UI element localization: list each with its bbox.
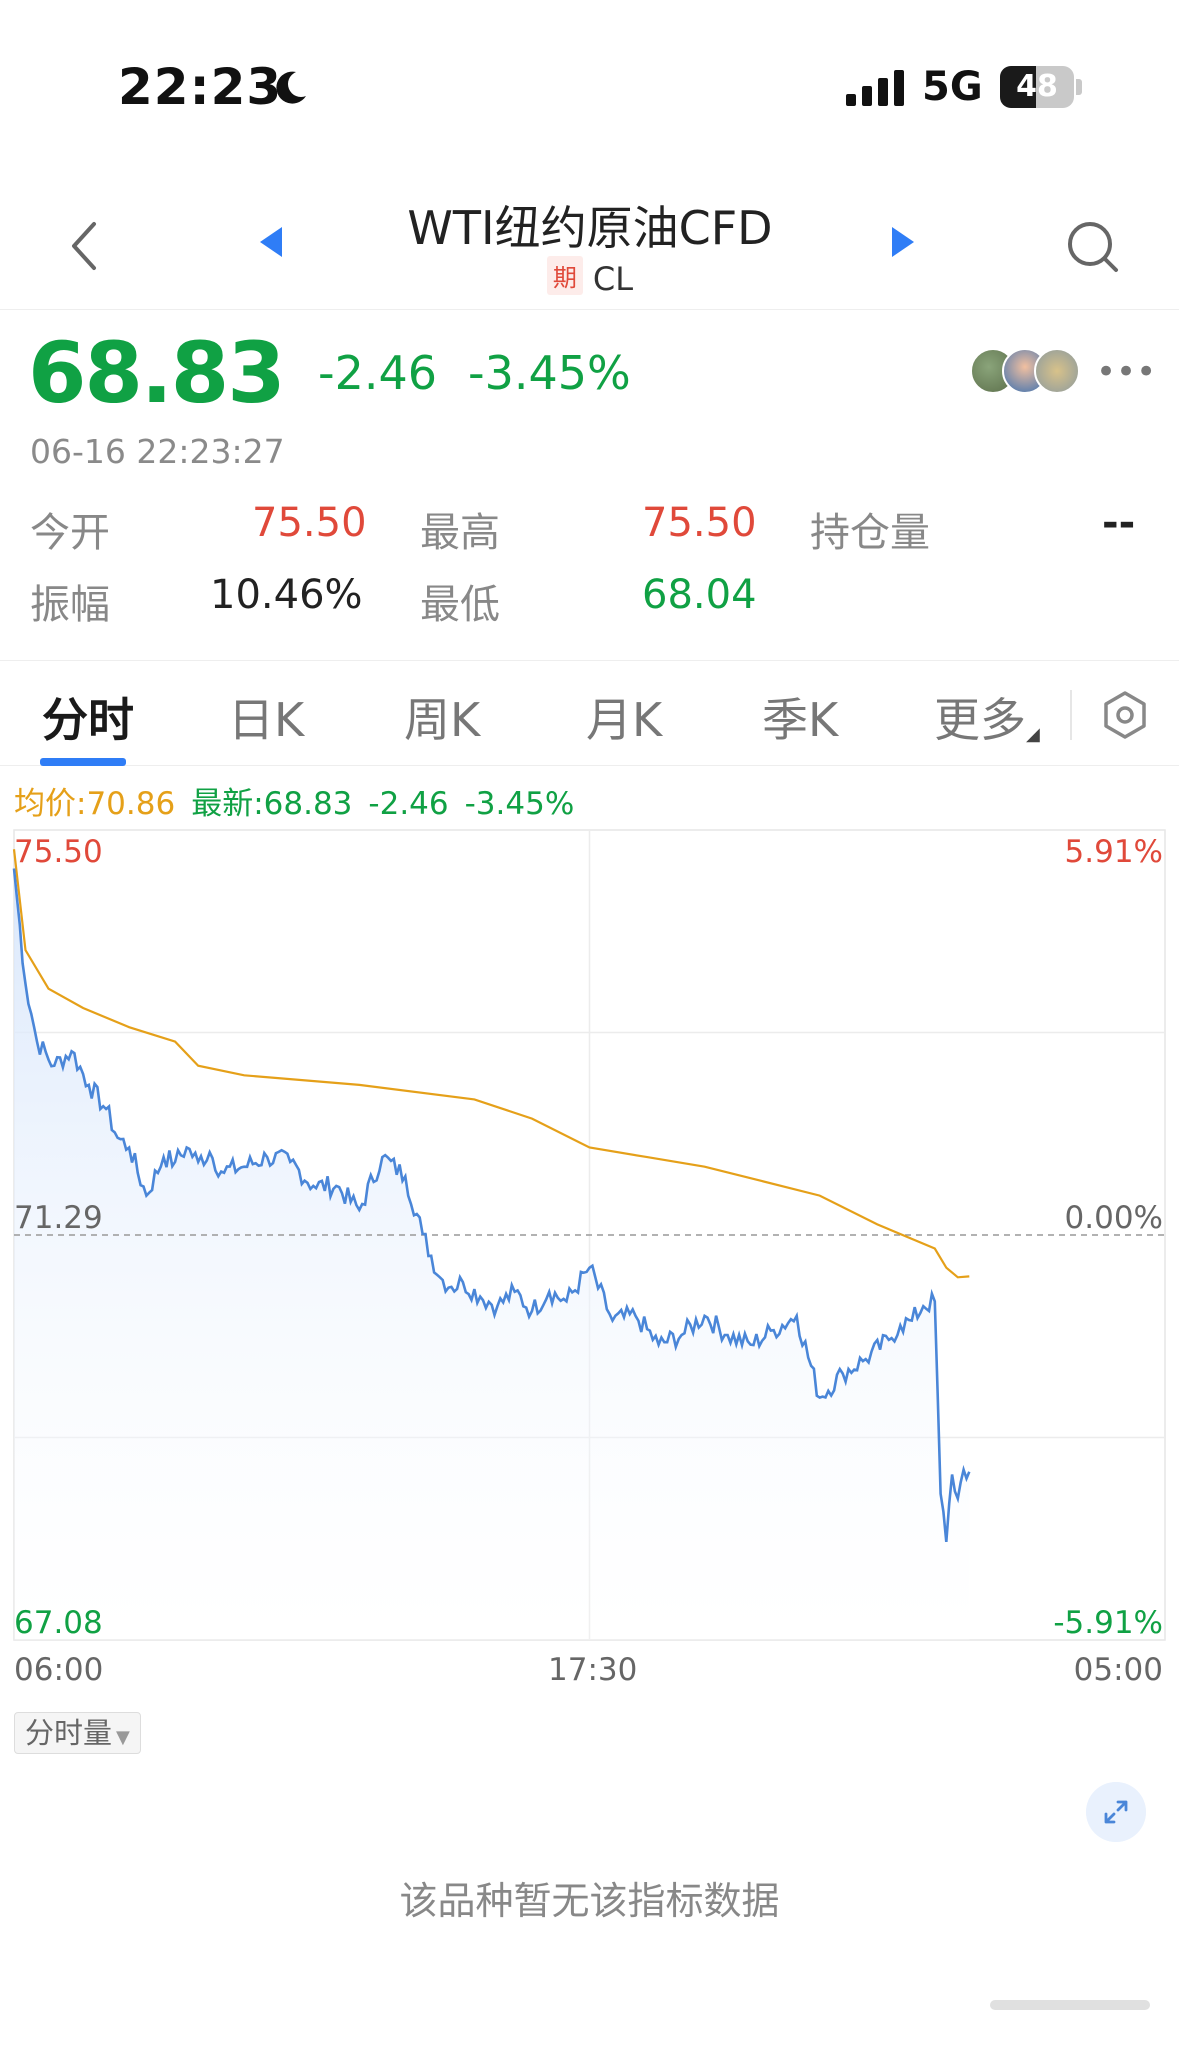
open-label: 今开 <box>30 510 110 556</box>
previous-instrument-icon[interactable] <box>258 225 284 259</box>
battery-icon: 48 <box>1000 66 1082 108</box>
dropdown-icon: ▼ <box>116 1727 130 1748</box>
quote-panel: 68.83 -2.46 -3.45% ••• 06-16 22:23:27 今开… <box>0 310 1179 660</box>
chart-period-tabs: 分时 日K 周K 月K 季K 更多◢ <box>0 662 1179 766</box>
amplitude-value: 10.46% <box>210 572 363 618</box>
tab-quarterly-k[interactable]: 季K <box>762 684 838 750</box>
no-indicator-data-message: 该品种暂无该指标数据 <box>399 1879 780 1923</box>
x-axis-end-label: 05:00 <box>1073 1652 1163 1688</box>
tab-daily-k[interactable]: 日K <box>228 684 304 750</box>
intraday-chart[interactable] <box>0 820 1179 1650</box>
low-label: 最低 <box>420 582 500 628</box>
tab-intraday[interactable]: 分时 <box>42 684 134 750</box>
status-time: 22:23 <box>118 58 283 116</box>
avatar <box>1034 348 1080 394</box>
y-axis-right-bottom-label: -5.91% <box>1053 1605 1163 1641</box>
signal-icon <box>846 70 904 106</box>
y-axis-mid-label: 71.29 <box>14 1200 103 1236</box>
volume-indicator-select[interactable]: 分时量 ▼ <box>14 1712 141 1754</box>
price-change: -2.46 <box>318 346 438 400</box>
tab-weekly-k[interactable]: 周K <box>404 684 480 750</box>
status-bar: 22:23 5G 48 <box>0 0 1179 170</box>
divider <box>0 660 1179 661</box>
legend-change-percent: -3.45% <box>464 786 575 822</box>
legend-average: 均价:70.86 <box>14 786 176 822</box>
legend-latest: 最新:68.83 <box>191 786 353 822</box>
search-icon[interactable] <box>1060 214 1126 280</box>
caret-down-icon: ◢ <box>1026 724 1040 745</box>
chart-legend: 均价:70.86 最新:68.83 -2.46 -3.45% <box>14 778 590 823</box>
tab-separator <box>1070 690 1072 740</box>
legend-change: -2.46 <box>368 786 449 822</box>
open-value: 75.50 <box>252 500 367 546</box>
tab-monthly-k[interactable]: 月K <box>586 684 662 750</box>
battery-level: 48 <box>1016 69 1058 104</box>
open-interest-value: -- <box>1102 500 1136 546</box>
next-instrument-icon[interactable] <box>890 225 916 259</box>
expand-icon[interactable] <box>1086 1782 1146 1842</box>
y-axis-top-label: 75.50 <box>14 834 103 870</box>
volume-select-label: 分时量 <box>25 1716 113 1750</box>
x-axis-start-label: 06:00 <box>14 1652 104 1688</box>
high-value: 75.50 <box>642 500 757 546</box>
last-price: 68.83 <box>28 324 286 422</box>
settings-icon[interactable] <box>1100 690 1150 740</box>
more-icon[interactable]: ••• <box>1096 352 1156 392</box>
home-indicator <box>990 2000 1150 2010</box>
network-label: 5G <box>922 64 983 110</box>
open-interest-label: 持仓量 <box>810 510 930 556</box>
tab-more[interactable]: 更多◢ <box>934 684 1040 750</box>
y-axis-right-top-label: 5.91% <box>1064 834 1163 870</box>
price-area <box>14 868 970 1640</box>
tab-more-label: 更多 <box>934 693 1026 747</box>
instrument-symbol: CL <box>592 260 634 298</box>
back-chevron-icon[interactable] <box>60 216 110 276</box>
community-avatars[interactable] <box>970 348 1082 394</box>
quote-timestamp: 06-16 22:23:27 <box>30 432 285 471</box>
futures-badge: 期 <box>546 256 583 295</box>
price-change-percent: -3.45% <box>468 346 631 400</box>
moon-icon <box>276 71 306 104</box>
amplitude-label: 振幅 <box>30 582 110 628</box>
instrument-subtitle: 期 CL <box>300 256 880 298</box>
y-axis-right-mid-label: 0.00% <box>1064 1200 1163 1236</box>
nav-bar: WTI纽约原油CFD 期 CL <box>0 170 1179 310</box>
y-axis-bottom-label: 67.08 <box>14 1605 103 1641</box>
low-value: 68.04 <box>642 572 757 618</box>
active-tab-indicator <box>40 758 126 766</box>
x-axis-mid-label: 17:30 <box>548 1652 638 1688</box>
high-label: 最高 <box>420 510 500 556</box>
instrument-title: WTI纽约原油CFD <box>407 201 773 255</box>
